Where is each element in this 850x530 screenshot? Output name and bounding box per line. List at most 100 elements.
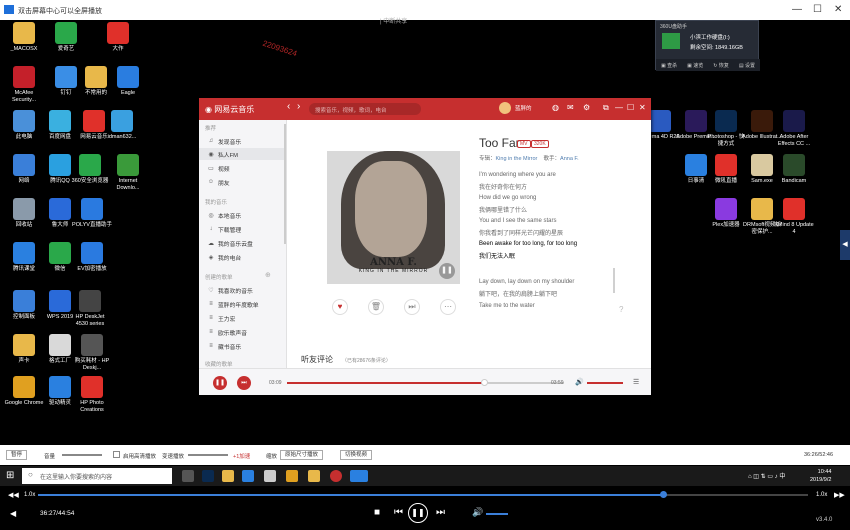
sidebar-scrollbar[interactable] bbox=[284, 124, 286, 244]
desktop-icon[interactable]: 360安全浏览器 bbox=[70, 154, 110, 185]
playlist-icon[interactable]: ☰ bbox=[633, 378, 639, 386]
artist-link[interactable]: Anna F. bbox=[560, 156, 579, 162]
sidebar-item-local[interactable]: ◎ 本地音乐 bbox=[207, 209, 283, 221]
desktop-icon[interactable]: 声卡 bbox=[4, 334, 44, 365]
pause-button[interactable]: ❚❚ bbox=[213, 376, 227, 390]
clock[interactable]: 10:44 2019/9/2 bbox=[810, 468, 831, 484]
sidebar-item-downloads[interactable]: ↓ 下载管理 bbox=[207, 223, 283, 235]
taskbar-search[interactable]: 在这里输入你要搜索的内容 bbox=[22, 468, 172, 484]
play-pause-icon[interactable]: ❚❚ bbox=[408, 503, 428, 523]
desktop-icon[interactable]: EV加密播放 bbox=[72, 242, 112, 273]
back-icon[interactable]: ‹ bbox=[287, 101, 290, 112]
desktop-icon[interactable]: 购买耗材 - HP Deskj... bbox=[72, 334, 112, 372]
desktop-icon[interactable]: HP Photo Creations bbox=[72, 376, 112, 414]
desktop-icon[interactable]: _MACOSX bbox=[4, 22, 44, 53]
widget-restore-button[interactable]: ↻ 恢复 bbox=[713, 62, 729, 69]
explorer-taskbar-icon[interactable] bbox=[308, 470, 320, 482]
desktop-icon[interactable]: Photoshop - 快捷方式 bbox=[706, 110, 746, 148]
progress-knob[interactable] bbox=[481, 379, 488, 386]
fast-forward-icon[interactable]: ▶▶ bbox=[834, 491, 845, 499]
desktop-icon[interactable]: 网络 bbox=[4, 154, 44, 185]
sidebar-item-playlist-4[interactable]: ≡ 藏书音乐 bbox=[207, 340, 283, 352]
desktop-icon[interactable]: 微吼直播 bbox=[706, 154, 746, 185]
add-playlist-icon[interactable]: ⊕ bbox=[265, 271, 271, 279]
sidebar-item-playlist-1[interactable]: ≡ 蓝胖的年度歌单 bbox=[207, 298, 283, 310]
sidebar-item-liked[interactable]: ♡ 我喜欢的音乐 bbox=[207, 284, 283, 296]
next-icon[interactable]: ⏭ bbox=[436, 507, 445, 518]
like-button[interactable]: ♥ bbox=[332, 299, 348, 315]
share-hint[interactable]: | 中断共享 bbox=[380, 16, 407, 25]
minimize-button[interactable]: — bbox=[792, 4, 802, 15]
settings-icon[interactable]: ⚙ bbox=[583, 103, 590, 112]
bottom-volume-icon[interactable]: 🔊 bbox=[472, 507, 483, 518]
netease-taskbar-icon[interactable] bbox=[330, 470, 342, 482]
edge-taskbar-icon[interactable] bbox=[242, 470, 254, 482]
prev-chapter-icon[interactable]: ◀ bbox=[10, 509, 16, 518]
desktop-icon[interactable]: HP DeskJet 4530 series bbox=[70, 290, 110, 328]
desktop-icon[interactable]: Google Chrome bbox=[4, 376, 44, 407]
username[interactable]: 蓝胖的 bbox=[515, 104, 532, 112]
skin-icon[interactable]: ◍ bbox=[552, 103, 559, 112]
photoshop-taskbar-icon[interactable] bbox=[202, 470, 214, 482]
switch-video-button[interactable]: 切换视频 bbox=[340, 450, 373, 460]
cortana-icon[interactable]: ○ bbox=[28, 470, 33, 479]
tray-icons[interactable]: ⌂ ◫ ⇅ ▭ ♪ 中 bbox=[748, 471, 785, 480]
rewind-icon[interactable]: ◀◀ bbox=[8, 491, 19, 499]
mail-taskbar-icon[interactable] bbox=[264, 470, 276, 482]
desktop-icon[interactable]: 回收站 bbox=[4, 198, 44, 229]
sidebar-item-fm[interactable]: ◉ 私人FM bbox=[199, 148, 285, 160]
ne-close-button[interactable]: ✕ bbox=[639, 103, 646, 112]
desktop-icon[interactable]: 爱奇艺 bbox=[46, 22, 86, 53]
desktop-icon[interactable]: idman632... bbox=[102, 110, 142, 141]
widget-browse-button[interactable]: ▣ 速览 bbox=[687, 62, 703, 69]
desktop-icon[interactable]: XMind 8 Update 4 bbox=[774, 198, 814, 236]
next-track-button[interactable]: ⏭ bbox=[404, 299, 420, 315]
delete-button[interactable]: 🗑 bbox=[368, 299, 384, 315]
sidebar-item-cloud[interactable]: ☁ 我的音乐云盘 bbox=[207, 237, 283, 249]
prev-icon[interactable]: ⏮ bbox=[394, 507, 403, 518]
sidebar-item-friends[interactable]: ☺ 朋友 bbox=[207, 176, 283, 188]
desktop-icon[interactable]: 大作 bbox=[98, 22, 138, 53]
desktop-icon[interactable]: Eagle bbox=[108, 66, 148, 97]
player-taskbar-icon[interactable] bbox=[350, 470, 368, 482]
stop-icon[interactable]: ■ bbox=[374, 507, 380, 518]
mv-badge[interactable]: MV bbox=[517, 140, 531, 148]
hd-checkbox[interactable] bbox=[113, 451, 120, 458]
scale-select[interactable]: 原始尺寸播放 bbox=[280, 450, 324, 460]
pause-video-button[interactable]: 暂停 bbox=[6, 450, 28, 460]
desktop-icon[interactable]: Bandicam bbox=[774, 154, 814, 185]
speed-slider[interactable] bbox=[188, 454, 228, 456]
progress-bar[interactable] bbox=[287, 382, 483, 384]
album-cover[interactable]: ANNA F. KING IN THE MIRROR ❚❚ bbox=[327, 151, 460, 284]
bottom-progress-fill[interactable] bbox=[38, 494, 664, 496]
windows-start-icon[interactable]: ⊞ bbox=[6, 470, 14, 481]
help-icon[interactable]: ? bbox=[619, 305, 623, 314]
volume-slider[interactable] bbox=[587, 382, 623, 384]
next-button[interactable]: ⏭ bbox=[237, 376, 251, 390]
chrome-taskbar-icon[interactable] bbox=[286, 470, 298, 482]
maximize-button[interactable]: ☐ bbox=[813, 4, 822, 15]
side-panel-arrow-icon[interactable]: ◀ bbox=[840, 230, 850, 260]
sidebar-item-discover[interactable]: ♫ 发现音乐 bbox=[207, 135, 283, 147]
task-view-icon[interactable] bbox=[182, 470, 194, 482]
desktop-icon[interactable]: Plex加速器 bbox=[706, 198, 746, 229]
desktop-icon[interactable]: Adobe After Effects CC ... bbox=[774, 110, 814, 148]
desktop-icon[interactable]: 此电脑 bbox=[4, 110, 44, 141]
sidebar-item-radio[interactable]: ◈ 我的电台 bbox=[207, 251, 283, 263]
ne-minimize-button[interactable]: — bbox=[615, 103, 623, 112]
volume-icon[interactable]: 🔊 bbox=[575, 378, 584, 386]
avatar[interactable] bbox=[499, 102, 511, 114]
mini-mode-button[interactable]: ⧉ bbox=[603, 103, 609, 113]
desktop-icon[interactable]: 控制面板 bbox=[4, 290, 44, 321]
desktop-icon[interactable]: Internet Downlo... bbox=[108, 154, 148, 192]
sidebar-item-playlist-3[interactable]: ≡ 欧乐歌声音 bbox=[207, 326, 283, 338]
widget-settings-button[interactable]: ▤ 设置 bbox=[739, 62, 755, 69]
mail-icon[interactable]: ✉ bbox=[567, 103, 574, 112]
sidebar-item-playlist-2[interactable]: ≡ 王力宏 bbox=[207, 312, 283, 324]
forward-icon[interactable]: › bbox=[297, 101, 300, 112]
ne-maximize-button[interactable]: ☐ bbox=[627, 103, 634, 112]
close-button[interactable]: ✕ bbox=[834, 4, 842, 15]
bottom-progress-knob[interactable] bbox=[660, 491, 667, 498]
more-button[interactable]: ⋯ bbox=[440, 299, 456, 315]
sidebar-item-video[interactable]: ▭ 视频 bbox=[207, 162, 283, 174]
